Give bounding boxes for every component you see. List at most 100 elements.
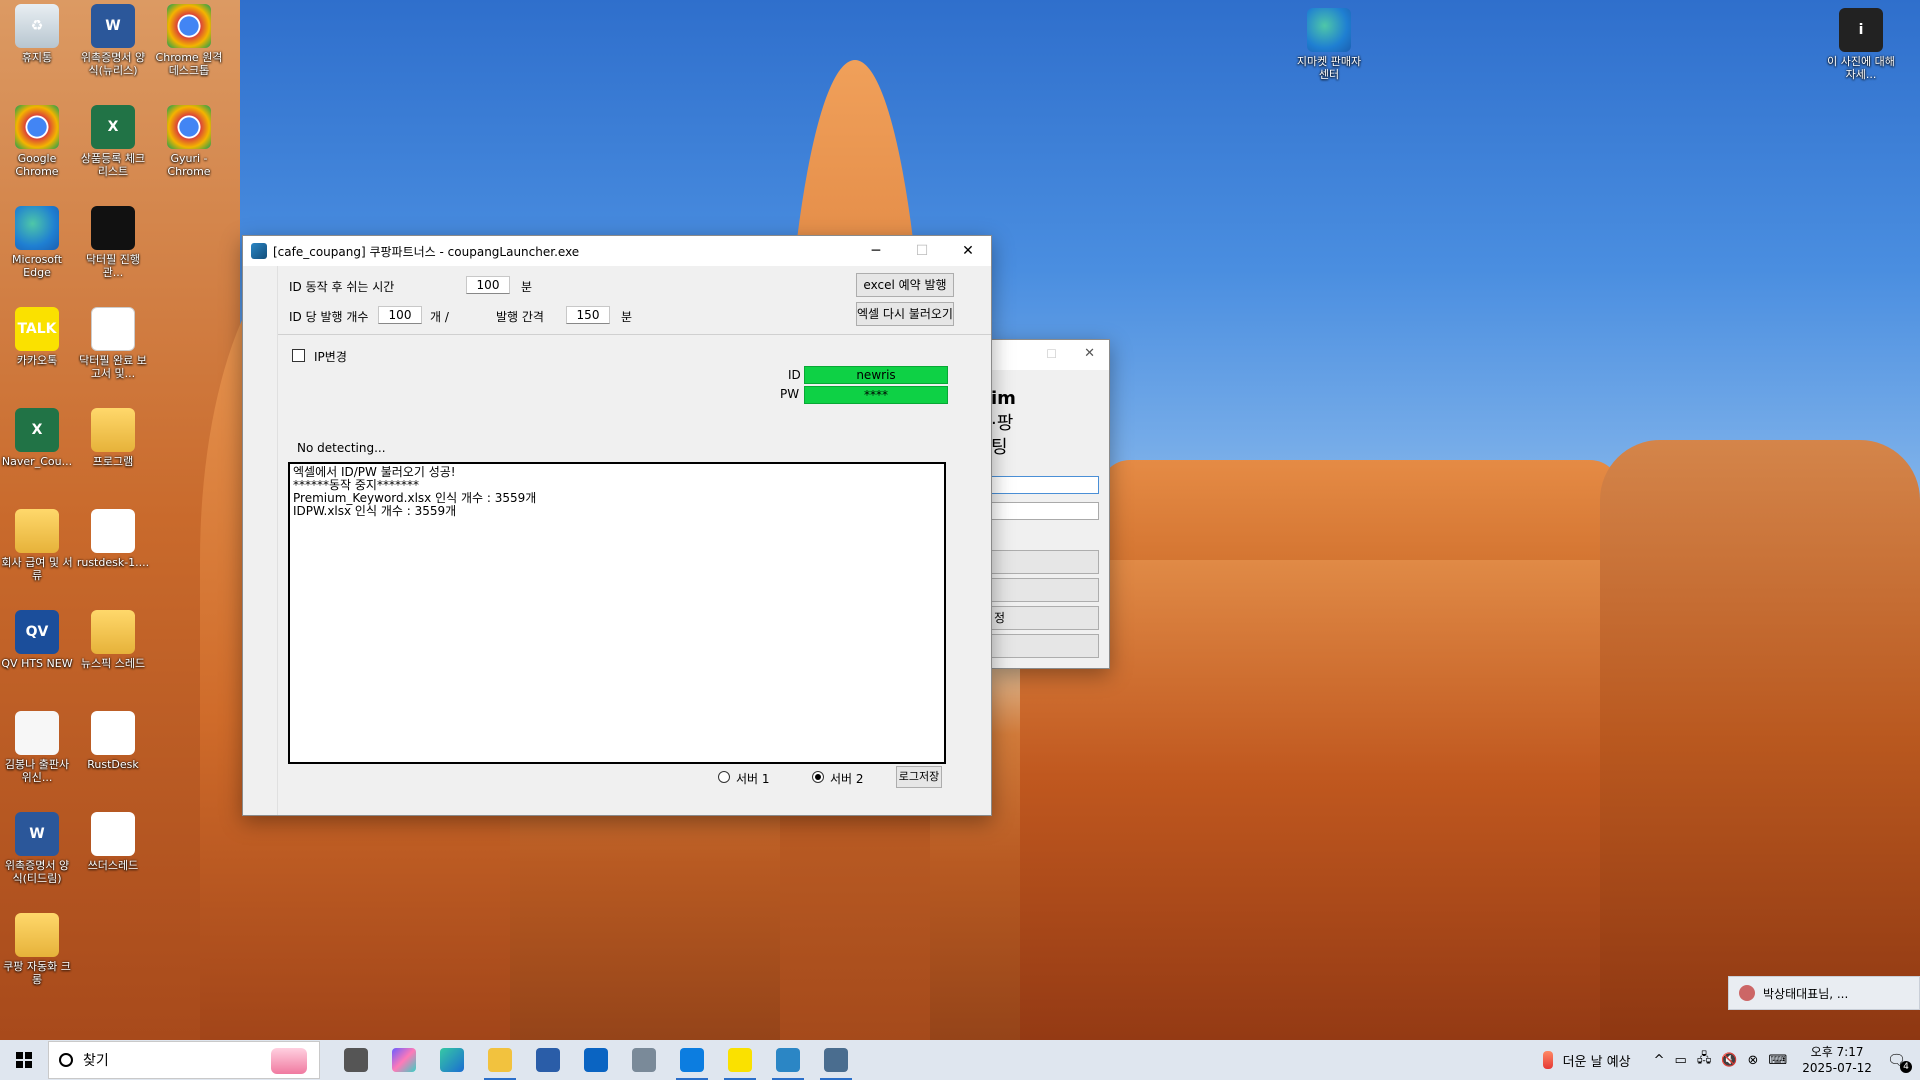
file-explorer-icon	[488, 1048, 512, 1072]
id-label: ID	[788, 368, 801, 382]
desktop-icon-label: 이 사진에 대해 자세...	[1827, 55, 1895, 81]
background-window[interactable]: ☐ ✕ im ·팡 팅 정	[990, 339, 1110, 669]
background-window-field[interactable]	[991, 502, 1099, 520]
desktop-icon[interactable]: 닥터필 진행관...	[76, 206, 150, 279]
pw-display: ****	[804, 386, 948, 404]
close-button[interactable]: ✕	[945, 236, 991, 266]
file-explorer-taskbar-button[interactable]	[476, 1040, 524, 1080]
desktop-icon[interactable]: X Naver_Cou...	[0, 408, 74, 468]
ip-change-checkbox[interactable]	[292, 349, 305, 362]
rest-time-label: ID 동작 후 쉬는 시간	[289, 280, 395, 294]
edge-icon	[440, 1048, 464, 1072]
word-icon: W	[91, 4, 135, 48]
excel-reload-button[interactable]: 엑셀 다시 불러오기	[856, 302, 954, 326]
document-icon	[15, 711, 59, 755]
chrome-icon	[167, 105, 211, 149]
desktop-icon[interactable]: W 위촉증명서 양식(티드림)	[0, 812, 74, 885]
store-taskbar-button[interactable]	[524, 1040, 572, 1080]
coupang-launcher-taskbar-button[interactable]	[764, 1040, 812, 1080]
desktop-icon[interactable]: 김봉나 출판사위신...	[0, 711, 74, 784]
weather-text[interactable]: 더운 날 예상	[1563, 1051, 1631, 1070]
task-view-icon	[344, 1048, 368, 1072]
desktop-icon[interactable]: ⟳ RustDesk	[76, 711, 150, 771]
per-id-count-input[interactable]: 100	[378, 306, 422, 324]
desktop-icon[interactable]: 프로그램	[76, 408, 150, 468]
desktop-icon[interactable]: X 상품등록 체크리스트	[76, 105, 150, 178]
desktop-icon-label: 회사 급여 및 서류	[1, 556, 73, 582]
rustdesk-taskbar-button[interactable]	[668, 1040, 716, 1080]
desktop-icon-gmarket[interactable]: 지마켓 판매자센터	[1292, 8, 1366, 81]
background-window-button[interactable]: 정	[991, 606, 1099, 630]
server-2-label: 서버 2	[830, 772, 864, 786]
clock[interactable]: 오후 7:17 2025-07-12	[1802, 1044, 1872, 1076]
chevron-up-icon[interactable]: ^	[1654, 1053, 1665, 1068]
outlook-taskbar-button[interactable]	[572, 1040, 620, 1080]
desktop-icon-label: rustdesk-1....	[76, 556, 150, 569]
background-window-text: im	[991, 388, 1016, 409]
desktop-icon-photo-info[interactable]: i 이 사진에 대해 자세...	[1824, 8, 1898, 81]
folder-icon	[15, 509, 59, 553]
rustdesk-icon: ⟳	[91, 509, 135, 553]
ime-icon[interactable]: ⌨	[1768, 1053, 1787, 1068]
desktop-icon[interactable]: 회사 급여 및 서류	[0, 509, 74, 582]
desktop-icon[interactable]: Google Chrome	[0, 105, 74, 178]
desktop-icon[interactable]: PDF 닥터필 완료 보고서 및...	[76, 307, 150, 380]
window-titlebar[interactable]: [cafe_coupang] 쿠팡파트너스 - coupangLauncher.…	[243, 236, 991, 266]
desktop-icon-label: 휴지통	[21, 51, 53, 64]
desktop-icon[interactable]: 뉴스픽 스레드	[76, 610, 150, 670]
background-window-field[interactable]	[991, 476, 1099, 494]
desktop-icon[interactable]: ttt 쓰더스레드	[76, 812, 150, 872]
desktop-icon[interactable]: ⟳ rustdesk-1....	[76, 509, 150, 569]
save-log-button[interactable]: 로그저장	[896, 766, 942, 788]
volume-icon[interactable]: 🔇	[1721, 1053, 1737, 1068]
desktop-icon-label: 쿠팡 자동화 크롱	[3, 960, 71, 986]
background-window-button[interactable]	[991, 550, 1099, 574]
desktop-icon[interactable]: QV QV HTS NEW	[0, 610, 74, 670]
close-icon[interactable]: ✕	[1084, 346, 1095, 361]
store-icon	[536, 1048, 560, 1072]
interval-input[interactable]: 150	[566, 306, 610, 324]
status-icon[interactable]: ⊗	[1748, 1053, 1759, 1068]
background-window-button[interactable]	[991, 634, 1099, 658]
rest-time-unit: 분	[521, 280, 533, 294]
task-view-taskbar-button[interactable]	[332, 1040, 380, 1080]
desktop-icon[interactable]: TALK 카카오톡	[0, 307, 74, 367]
desktop-icon-label: RustDesk	[87, 758, 139, 771]
meet-icon[interactable]: ▭	[1675, 1053, 1687, 1068]
clock-date: 2025-07-12	[1802, 1061, 1872, 1075]
clock-time: 오후 7:17	[1810, 1045, 1864, 1059]
start-button[interactable]	[0, 1040, 48, 1080]
folder-icon	[91, 610, 135, 654]
notification-center-icon[interactable]: 🗨 4	[1887, 1051, 1912, 1073]
remote-desktop-taskbar-button[interactable]	[620, 1040, 668, 1080]
desktop-icon[interactable]: Gyuri - Chrome	[152, 105, 226, 178]
desktop-icon-label: 카카오톡	[16, 354, 58, 367]
excel-schedule-button[interactable]: excel 예약 발행	[856, 273, 954, 297]
desktop-icon-label: 프로그램	[92, 455, 134, 468]
system-tray: 더운 날 예상 ^ ▭ 🖧 🔇 ⊗ ⌨ 오후 7:17 2025-07-12 🗨…	[1538, 1040, 1920, 1080]
desktop-icon[interactable]: 쿠팡 자동화 크롱	[0, 913, 74, 986]
copilot-taskbar-button[interactable]	[380, 1040, 428, 1080]
desktop-icon[interactable]: Chrome 원격 데스크톱	[152, 4, 226, 77]
log-textarea[interactable]: 엑셀에서 ID/PW 불러오기 성공! ******동작 중지******* P…	[288, 462, 946, 764]
desktop-icon-label: 위촉증명서 양식(뉴리스)	[80, 51, 146, 77]
weather-icon	[1542, 1051, 1553, 1069]
server-2-radio[interactable]	[812, 771, 824, 783]
notification-toast[interactable]: 박상태대표님, ...	[1728, 976, 1920, 1010]
folder-icon	[91, 408, 135, 452]
network-icon[interactable]: 🖧	[1697, 1049, 1712, 1071]
maximize-button[interactable]: ☐	[899, 236, 945, 266]
app-window-taskbar-button[interactable]	[812, 1040, 860, 1080]
kakaotalk-taskbar-button[interactable]	[716, 1040, 764, 1080]
coupang-launcher-window[interactable]: [cafe_coupang] 쿠팡파트너스 - coupangLauncher.…	[242, 235, 992, 816]
minimize-button[interactable]: ─	[853, 236, 899, 266]
rest-time-input[interactable]: 100	[466, 276, 510, 294]
background-window-button[interactable]	[991, 578, 1099, 602]
desktop-icon-label: Chrome 원격 데스크톱	[155, 51, 223, 77]
desktop-icon[interactable]: Microsoft Edge	[0, 206, 74, 279]
taskbar-search-box[interactable]: 찾기	[48, 1041, 320, 1079]
desktop-icon[interactable]: W 위촉증명서 양식(뉴리스)	[76, 4, 150, 77]
server-1-radio[interactable]	[718, 771, 730, 783]
desktop-icon[interactable]: ♻ 휴지통	[0, 4, 74, 64]
edge-taskbar-button[interactable]	[428, 1040, 476, 1080]
